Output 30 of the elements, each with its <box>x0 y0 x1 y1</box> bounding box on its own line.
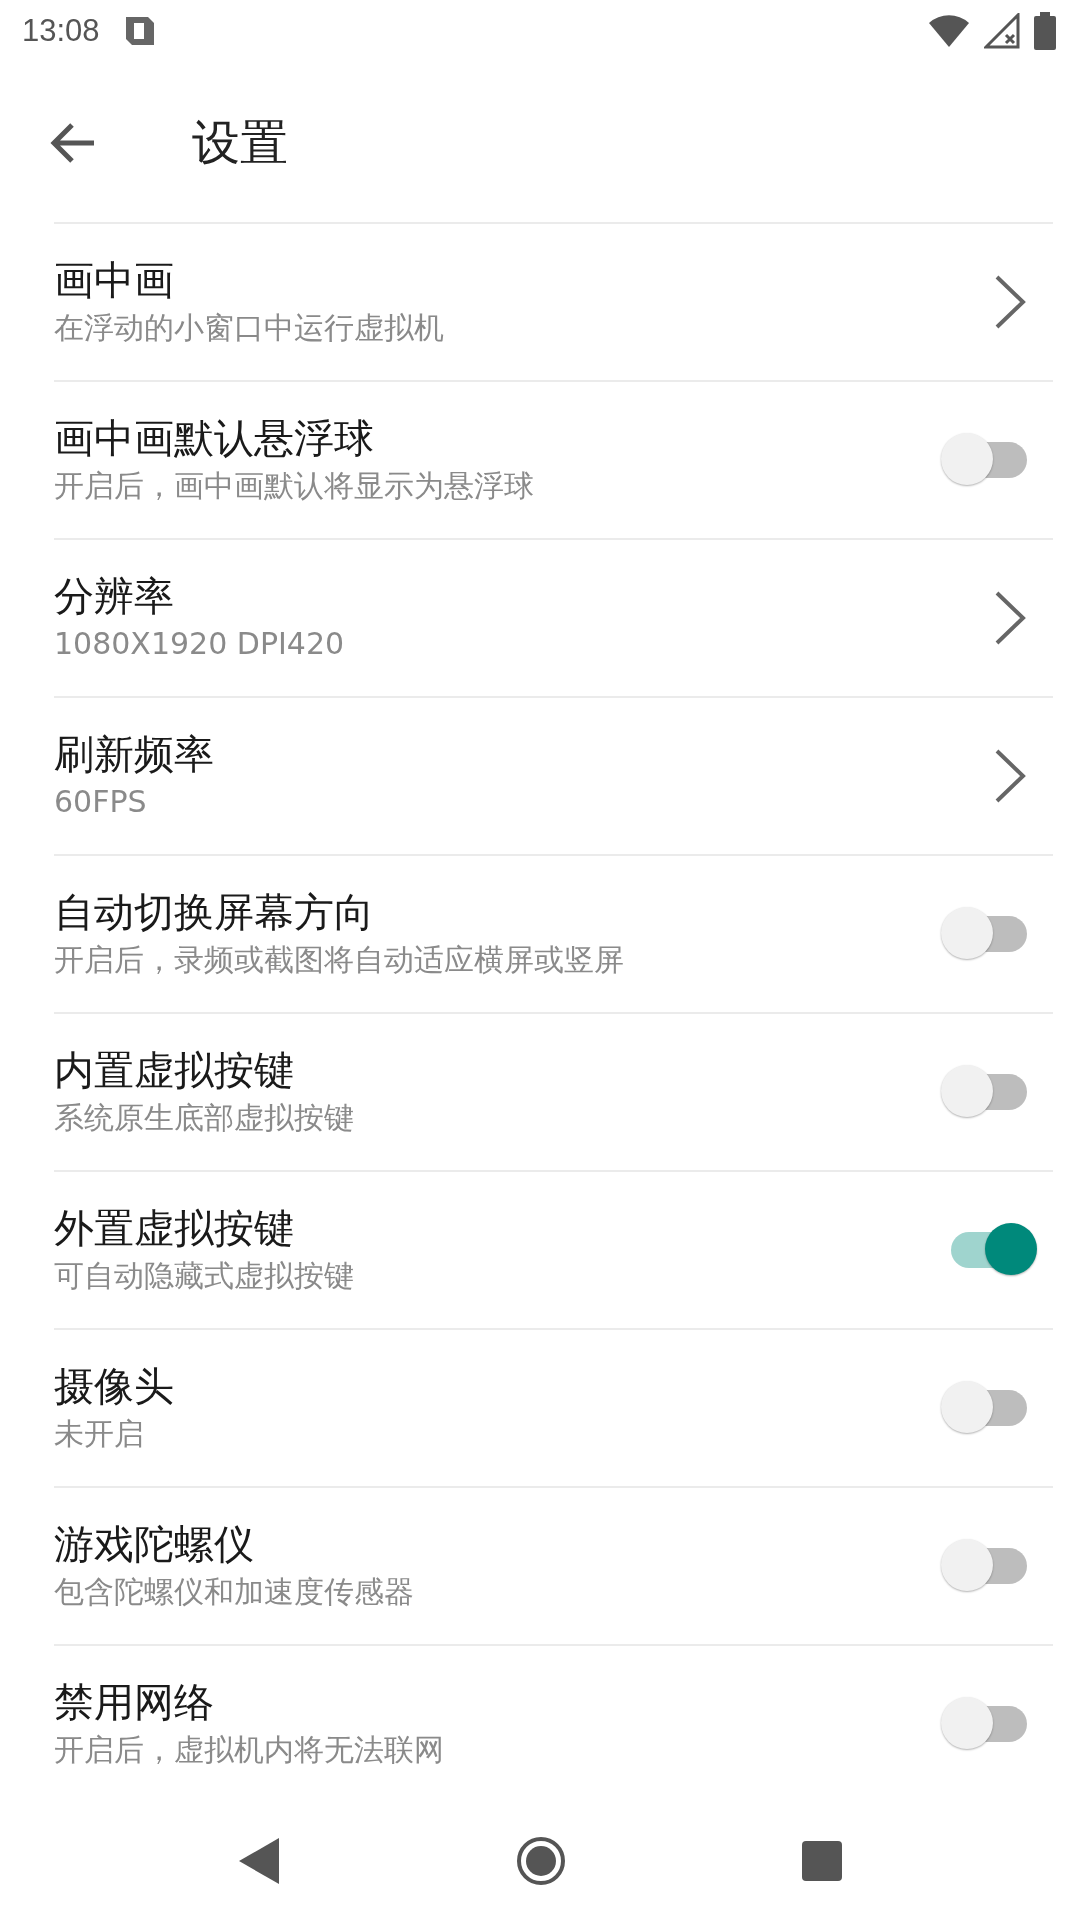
setting-description: 开启后，录频或截图将自动适应横屏或竖屏 <box>54 941 624 980</box>
setting-title[interactable]: 画中画 <box>54 256 174 305</box>
setting-description: 60FPS <box>54 783 147 822</box>
home-circle-icon[interactable] <box>516 1836 566 1887</box>
recents-square-icon[interactable] <box>800 1840 843 1883</box>
setting-description: 开启后，画中画默认将显示为悬浮球 <box>54 467 534 506</box>
setting-title[interactable]: 自动切换屏幕方向 <box>54 888 374 937</box>
setting-title[interactable]: 分辨率 <box>54 572 174 621</box>
setting-description: 可自动隐藏式虚拟按键 <box>54 1257 354 1296</box>
setting-title[interactable]: 刷新频率 <box>54 730 214 779</box>
setting-description: 开启后，虚拟机内将无法联网 <box>54 1731 444 1770</box>
chevron-right-icon[interactable] <box>993 274 1027 331</box>
setting-description: 1080X1920 DPI420 <box>54 625 345 664</box>
setting-title[interactable]: 摄像头 <box>54 1362 174 1411</box>
setting-title[interactable]: 游戏陀螺仪 <box>54 1520 254 1569</box>
chevron-right-icon[interactable] <box>993 590 1027 647</box>
setting-title[interactable]: 禁用网络 <box>54 1678 214 1727</box>
status-time: 13:08 <box>22 13 100 50</box>
page-title: 设置 <box>192 112 288 172</box>
back-triangle-icon[interactable] <box>237 1836 282 1887</box>
setting-title[interactable]: 外置虚拟按键 <box>54 1204 294 1253</box>
setting-title[interactable]: 画中画默认悬浮球 <box>54 414 374 463</box>
setting-description: 在浮动的小窗口中运行虚拟机 <box>54 309 444 348</box>
chevron-right-icon[interactable] <box>993 748 1027 805</box>
setting-title[interactable]: 内置虚拟按键 <box>54 1046 294 1095</box>
setting-description: 包含陀螺仪和加速度传感器 <box>54 1573 414 1612</box>
signal-icon <box>984 13 1020 50</box>
setting-description: 未开启 <box>54 1415 144 1454</box>
setting-description: 系统原生底部虚拟按键 <box>54 1099 354 1138</box>
battery-icon <box>1034 12 1056 51</box>
